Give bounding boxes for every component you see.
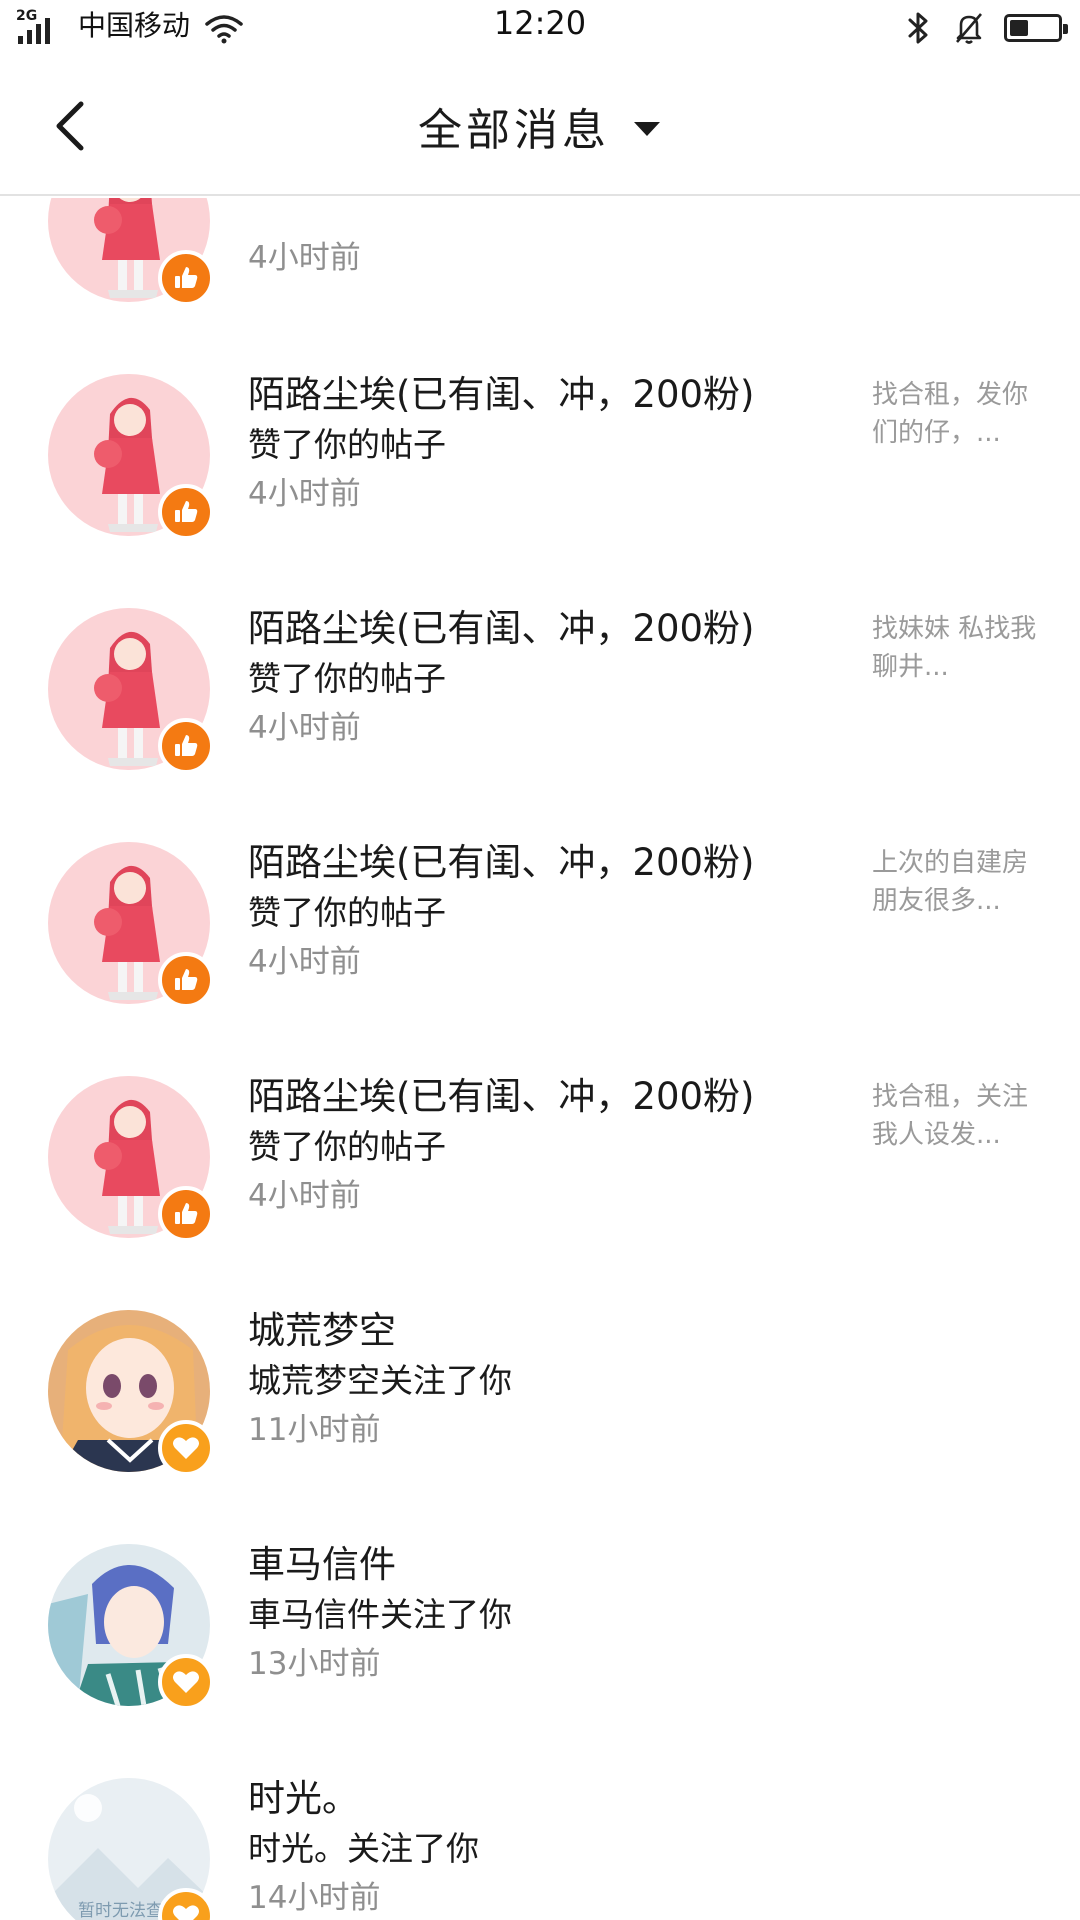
message-text: 陌路尘埃(已有闺、冲，200粉) 赞了你的帖子 4小时前	[248, 1072, 808, 1220]
message-action: 赞了你的帖子	[248, 893, 446, 932]
thumbs-up-icon	[175, 969, 198, 990]
message-text: 陌路尘埃(已有闺、冲，200粉) 赞了你的帖子 4小时前	[248, 604, 808, 752]
post-preview[interactable]: 找合租，关注我人设发...	[872, 1078, 1042, 1154]
bell-muted-icon	[956, 13, 982, 44]
message-action: 时光。关注了你	[248, 1829, 479, 1868]
nav-bar: 全部消息	[0, 56, 1080, 196]
avatar-wrap[interactable]	[48, 374, 214, 540]
thumbs-up-icon	[175, 501, 198, 522]
avatar-wrap[interactable]	[48, 1544, 214, 1710]
message-item[interactable]: 陌路尘埃(已有闺、冲，200粉) 赞了你的帖子 4小时前 找妹妹 私找我聊井...	[0, 576, 1080, 810]
message-action: 赞了你的帖子	[248, 1127, 446, 1166]
page-title: 全部消息	[418, 105, 610, 156]
message-item[interactable]: 4小时前	[0, 198, 1080, 342]
thumbs-up-icon	[175, 267, 198, 288]
message-time: 14小时前	[248, 1880, 381, 1916]
heart-icon	[173, 1905, 199, 1920]
follow-badge	[158, 1654, 214, 1710]
sender-name[interactable]: 陌路尘埃(已有闺、冲，200粉)	[248, 1072, 808, 1122]
sender-name[interactable]: 陌路尘埃(已有闺、冲，200粉)	[248, 838, 808, 888]
sender-name[interactable]: 时光。	[248, 1774, 808, 1824]
battery-fill	[1010, 20, 1029, 36]
message-item[interactable]: 陌路尘埃(已有闺、冲，200粉) 赞了你的帖子 4小时前 上次的自建房朋友很多...	[0, 810, 1080, 1044]
message-action: 赞了你的帖子	[248, 425, 446, 464]
caret-down-icon	[634, 122, 660, 136]
message-action: 赞了你的帖子	[248, 659, 446, 698]
heart-icon	[173, 1437, 199, 1459]
message-text: 时光。时光。关注了你 14小时前	[248, 1774, 808, 1920]
message-time: 13小时前	[248, 1646, 381, 1682]
avatar-wrap[interactable]	[48, 1076, 214, 1242]
bluetooth-icon	[908, 12, 928, 44]
like-badge	[158, 250, 214, 306]
thumbs-up-icon	[175, 735, 198, 756]
message-action: 城荒梦空关注了你	[248, 1361, 512, 1400]
message-text: 車马信件車马信件关注了你 13小时前	[248, 1540, 808, 1688]
avatar-wrap[interactable]	[48, 198, 214, 306]
message-item[interactable]: 陌路尘埃(已有闺、冲，200粉) 赞了你的帖子 4小时前 找合租，关注我人设发...	[0, 1044, 1080, 1278]
message-text: 陌路尘埃(已有闺、冲，200粉) 赞了你的帖子 4小时前	[248, 370, 808, 518]
post-preview[interactable]: 上次的自建房朋友很多...	[872, 844, 1042, 920]
sender-name[interactable]: 城荒梦空	[248, 1306, 808, 1356]
avatar-wrap[interactable]	[48, 1310, 214, 1476]
message-filter-dropdown[interactable]: 全部消息	[0, 94, 1080, 158]
message-text: 4小时前	[248, 234, 808, 282]
like-badge	[158, 952, 214, 1008]
message-time: 11小时前	[248, 1412, 381, 1448]
like-badge	[158, 484, 214, 540]
sender-name[interactable]: 陌路尘埃(已有闺、冲，200粉)	[248, 370, 808, 420]
battery-icon	[1004, 14, 1068, 42]
message-time: 4小时前	[248, 944, 361, 980]
avatar-placeholder-text: 暂时无法查	[78, 1901, 163, 1920]
sender-name[interactable]: 陌路尘埃(已有闺、冲，200粉)	[248, 604, 808, 654]
message-action: 車马信件关注了你	[248, 1595, 512, 1634]
avatar-wrap[interactable]	[48, 608, 214, 774]
message-time: 4小时前	[248, 1178, 361, 1214]
like-badge	[158, 718, 214, 774]
message-time: 4小时前	[248, 476, 361, 512]
sender-name[interactable]: 車马信件	[248, 1540, 808, 1590]
like-badge	[158, 1186, 214, 1242]
message-item[interactable]: 陌路尘埃(已有闺、冲，200粉) 赞了你的帖子 4小时前 找合租，发你们的仔，...	[0, 342, 1080, 576]
message-text: 陌路尘埃(已有闺、冲，200粉) 赞了你的帖子 4小时前	[248, 838, 808, 986]
message-item[interactable]: 城荒梦空城荒梦空关注了你 11小时前	[0, 1278, 1080, 1512]
message-item[interactable]: 車马信件車马信件关注了你 13小时前	[0, 1512, 1080, 1746]
heart-icon	[173, 1671, 199, 1693]
follow-badge	[158, 1420, 214, 1476]
status-right	[904, 10, 1068, 46]
thumbs-up-icon	[175, 1203, 198, 1224]
message-item[interactable]: 暂时无法查 时光。时光。关注了你 14小时前	[0, 1746, 1080, 1920]
status-bar: 2G 中国移动 12:20	[0, 0, 1080, 56]
avatar-wrap[interactable]: 暂时无法查	[48, 1778, 214, 1920]
message-text: 城荒梦空城荒梦空关注了你 11小时前	[248, 1306, 808, 1454]
post-preview[interactable]: 找合租，发你们的仔，...	[872, 376, 1042, 452]
post-preview[interactable]: 找妹妹 私找我聊井...	[872, 610, 1042, 686]
avatar-wrap[interactable]	[48, 842, 214, 1008]
message-time: 4小时前	[248, 240, 361, 276]
message-list[interactable]: 4小时前 陌路尘埃(已有闺、冲，200粉) 赞了你的帖子 4小时前 找合租，发你们的仔…	[0, 198, 1080, 1920]
message-time: 4小时前	[248, 710, 361, 746]
